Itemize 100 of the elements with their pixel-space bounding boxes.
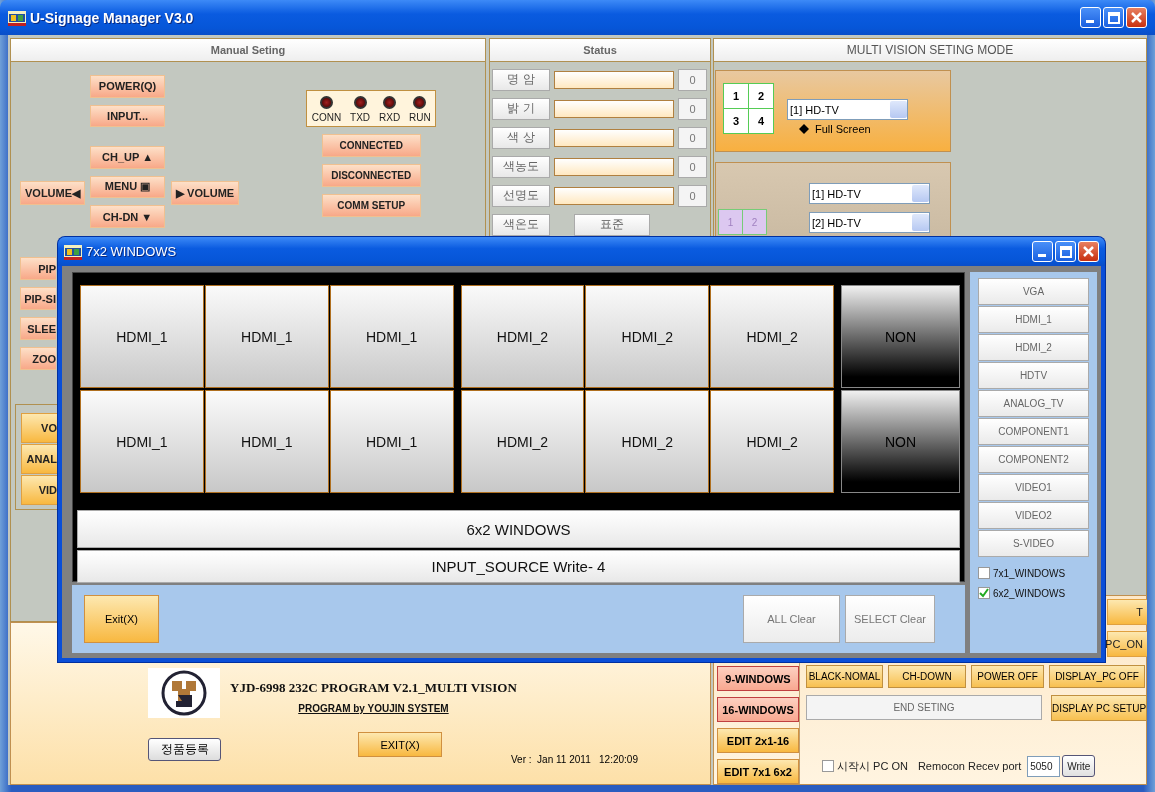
- volume-down-button[interactable]: VOLUME◀: [20, 181, 86, 205]
- layout-banner: 6x2 WINDOWS: [77, 510, 960, 548]
- level-bar[interactable]: [554, 70, 674, 89]
- screen-cell[interactable]: HDMI_2: [710, 285, 835, 388]
- level-bar[interactable]: [554, 157, 674, 176]
- checkbox-label: 7x1_WINDOWS: [993, 567, 1066, 579]
- remote-button[interactable]: INPUT...: [90, 104, 166, 128]
- checkbox-label: 시작시 PC ON: [837, 758, 908, 774]
- maximize-icon: [1107, 11, 1120, 24]
- clear-all-button[interactable]: ALL Clear: [743, 595, 840, 643]
- screen-cell[interactable]: NON: [841, 285, 960, 388]
- screen-cell[interactable]: HDMI_2: [585, 285, 710, 388]
- screen-cell[interactable]: HDMI_1: [329, 390, 454, 493]
- minimize-icon: [1037, 254, 1046, 257]
- layout-button[interactable]: EDIT 7x1 6x2: [717, 759, 799, 784]
- screen-cell[interactable]: HDMI_1: [80, 390, 204, 493]
- source-button[interactable]: S-VIDEO: [978, 530, 1089, 557]
- level-bar[interactable]: [554, 186, 674, 205]
- level-value: 0: [678, 184, 707, 207]
- command-button[interactable]: CH-DOWN: [888, 665, 966, 688]
- level-bar[interactable]: [554, 128, 674, 147]
- channel-up-button[interactable]: CH_UP ▲: [90, 145, 166, 169]
- panel-header: MULTI VISION SETING MODE: [714, 39, 1146, 62]
- setting-label: 밝 기: [492, 97, 550, 120]
- level-value: 0: [678, 126, 707, 149]
- source-select-button[interactable]: VID: [21, 475, 57, 505]
- indicator-label: RUN: [409, 112, 431, 124]
- screen-cell[interactable]: HDMI_1: [329, 285, 454, 388]
- exit-button[interactable]: EXIT(X): [358, 732, 442, 757]
- layout-button[interactable]: 9-WINDOWS: [717, 666, 799, 691]
- window-title: U-Signage Manager V3.0: [30, 9, 195, 26]
- screen-cell[interactable]: HDMI_2: [585, 390, 710, 493]
- checkbox[interactable]: [822, 760, 834, 772]
- layout-button[interactable]: 16-WINDOWS: [717, 697, 799, 722]
- register-button[interactable]: 정품등록: [148, 738, 221, 761]
- panel-header: Status: [490, 39, 710, 62]
- write-button[interactable]: Write: [1062, 755, 1096, 777]
- layout-button[interactable]: EDIT 2x1-16: [717, 728, 799, 753]
- volume-up-button[interactable]: ▶ VOLUME: [171, 181, 240, 205]
- screen-cell[interactable]: HDMI_1: [80, 285, 204, 388]
- function-button[interactable]: T: [1107, 599, 1147, 625]
- program-credit: PROGRAM by YOUJIN SYSTEM: [298, 703, 449, 714]
- function-button[interactable]: SLEE: [20, 317, 56, 340]
- channel-down-button[interactable]: CH-DN ▼: [90, 205, 166, 228]
- screen-cell[interactable]: HDMI_1: [204, 285, 329, 388]
- function-button[interactable]: PIP-SI: [20, 287, 56, 310]
- screen-cell[interactable]: HDMI_1: [204, 390, 329, 493]
- command-button[interactable]: DISPLAY_PC OFF: [1049, 665, 1145, 688]
- minimize-button[interactable]: [1080, 7, 1101, 28]
- dialog-title: 7x2 WINDOWS: [86, 244, 178, 259]
- end-setting-button[interactable]: END SETING: [806, 695, 1042, 720]
- clear-selection-button[interactable]: SELECT Clear: [845, 595, 935, 643]
- source-button[interactable]: HDTV: [978, 362, 1089, 389]
- checkbox[interactable]: [978, 587, 990, 599]
- setup-button[interactable]: DISPLAY PC SETUP: [1051, 695, 1147, 721]
- close-button[interactable]: [1126, 7, 1147, 28]
- function-button[interactable]: ZOO: [20, 347, 56, 370]
- command-button[interactable]: POWER OFF: [971, 665, 1044, 688]
- menu-button[interactable]: MENU ▣: [90, 175, 166, 199]
- connection-button[interactable]: DISCONNECTED: [321, 164, 421, 187]
- source-button[interactable]: HDMI_1: [978, 306, 1089, 333]
- checkbox-label: 6x2_WINDOWS: [993, 587, 1066, 599]
- function-button[interactable]: PC_ON: [1107, 631, 1147, 657]
- source-button[interactable]: ANALOG_TV: [978, 390, 1089, 417]
- function-button[interactable]: PIP: [20, 257, 56, 280]
- level-bar[interactable]: [554, 99, 674, 118]
- maximize-button[interactable]: [1103, 7, 1124, 28]
- source-select-button[interactable]: VO: [21, 413, 57, 443]
- command-button[interactable]: BLACK-NOMAL: [806, 665, 883, 688]
- screen-cell[interactable]: HDMI_2: [460, 285, 585, 388]
- minimize-icon: [1085, 20, 1094, 23]
- screen-cell[interactable]: NON: [841, 390, 960, 493]
- connection-button[interactable]: COMM SETUP: [321, 194, 421, 217]
- source-select-button[interactable]: ANAL: [21, 444, 57, 474]
- indicator-label: RXD: [379, 112, 401, 124]
- maximize-button[interactable]: [1055, 241, 1076, 262]
- color-temperature-button[interactable]: 표준: [574, 213, 650, 236]
- source-button[interactable]: VGA: [978, 278, 1089, 305]
- company-logo: [148, 668, 220, 718]
- close-button[interactable]: [1078, 241, 1099, 262]
- setting-label: 색온도: [492, 213, 550, 236]
- source-button[interactable]: HDMI_2: [978, 334, 1089, 361]
- source-button[interactable]: COMPONENT2: [978, 446, 1089, 473]
- level-value: 0: [678, 155, 707, 178]
- screen-grid[interactable]: 1 2 3 4: [723, 83, 774, 134]
- minimize-button[interactable]: [1032, 241, 1053, 262]
- remote-button[interactable]: POWER(Q): [90, 75, 166, 98]
- exit-button[interactable]: Exit(X): [84, 595, 159, 643]
- indicator-label: TXD: [350, 112, 371, 124]
- source-button[interactable]: VIDEO2: [978, 502, 1089, 529]
- source-dropdown[interactable]: [1] HD-TV: [809, 183, 930, 204]
- screen-cell[interactable]: HDMI_2: [460, 390, 585, 493]
- source-dropdown[interactable]: [1] HD-TV: [787, 99, 908, 120]
- checkbox[interactable]: [978, 567, 990, 579]
- connection-button[interactable]: CONNECTED: [321, 134, 421, 157]
- source-button[interactable]: VIDEO1: [978, 474, 1089, 501]
- port-field[interactable]: 5050: [1027, 755, 1061, 777]
- screen-cell[interactable]: HDMI_2: [710, 390, 835, 493]
- source-dropdown[interactable]: [2] HD-TV: [809, 212, 930, 233]
- source-button[interactable]: COMPONENT1: [978, 418, 1089, 445]
